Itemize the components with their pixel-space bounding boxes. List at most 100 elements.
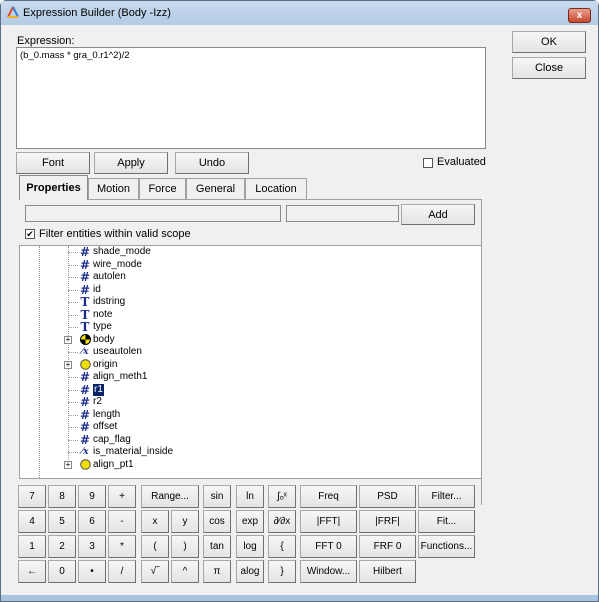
- keypad-button[interactable]: Filter...: [418, 485, 475, 508]
- tree-item-label: length: [93, 408, 121, 420]
- hash-icon: #: [79, 245, 91, 259]
- tree-item[interactable]: # wire_mode: [20, 259, 481, 271]
- tree-item[interactable]: # shade_mode: [20, 246, 481, 258]
- keypad-button[interactable]: log: [236, 535, 264, 558]
- keypad-button[interactable]: }: [268, 560, 296, 583]
- tree-item[interactable]: # autolen: [20, 271, 481, 283]
- tree-item-label: r1: [93, 383, 104, 396]
- keypad-button[interactable]: 6: [78, 510, 106, 533]
- entity-tree[interactable]: # shade_mode # wire_mode # autolen # id Tidstrin…: [19, 245, 482, 479]
- keypad-button[interactable]: ∂⁄∂x: [268, 510, 296, 533]
- keypad-button[interactable]: Fit...: [418, 510, 475, 533]
- hash-icon: #: [79, 382, 91, 397]
- tree-item[interactable]: ⁄x is_material_inside: [20, 446, 481, 458]
- tree-item[interactable]: Tnote: [20, 309, 481, 321]
- keypad-button[interactable]: Functions...: [418, 535, 475, 558]
- keypad-button[interactable]: x: [141, 510, 169, 533]
- expression-textarea[interactable]: (b_0.mass * gra_0.r1^2)/2: [16, 47, 486, 149]
- tree-item[interactable]: # offset: [20, 421, 481, 433]
- keypad-button[interactable]: 9: [78, 485, 106, 508]
- tab-force[interactable]: Force: [139, 178, 186, 199]
- keypad-button[interactable]: -: [108, 510, 136, 533]
- tree-item-label: align_meth1: [93, 371, 148, 382]
- keypad-button[interactable]: tan: [203, 535, 231, 558]
- entity-field[interactable]: [25, 205, 281, 222]
- tree-item[interactable]: # length: [20, 409, 481, 421]
- tree-item-label: origin: [93, 358, 118, 370]
- keypad-button[interactable]: ln: [236, 485, 264, 508]
- tree-item[interactable]: + align_pt1: [20, 459, 481, 471]
- keypad-button[interactable]: 1: [18, 535, 46, 558]
- expand-icon[interactable]: +: [64, 360, 72, 369]
- tree-item[interactable]: + origin: [20, 359, 481, 371]
- keypad-button[interactable]: y: [171, 510, 199, 533]
- tree-item-label: idstring: [93, 296, 126, 307]
- undo-button[interactable]: Undo: [175, 152, 249, 174]
- close-window-button[interactable]: x: [568, 8, 591, 23]
- tree-item[interactable]: Ttype: [20, 321, 481, 333]
- keypad-button[interactable]: 8: [48, 485, 76, 508]
- add-button[interactable]: Add: [401, 204, 475, 225]
- hash-icon: #: [79, 395, 91, 409]
- evaluated-checkbox[interactable]: [423, 158, 433, 168]
- close-button[interactable]: Close: [512, 57, 586, 79]
- boolean-icon: ⁄x: [81, 447, 89, 457]
- evaluated-label: Evaluated: [437, 156, 486, 168]
- tree-item[interactable]: # cap_flag: [20, 434, 481, 446]
- keypad-button[interactable]: sin: [203, 485, 231, 508]
- tree-connector: [68, 252, 78, 253]
- keypad-button[interactable]: alog: [236, 560, 264, 583]
- tree-connector: [68, 377, 78, 378]
- keypad-button[interactable]: 0: [48, 560, 76, 583]
- expand-icon[interactable]: +: [64, 460, 72, 469]
- keypad-button[interactable]: (: [141, 535, 169, 558]
- apply-button[interactable]: Apply: [94, 152, 168, 174]
- tree-item[interactable]: ⁄x useautolen: [20, 346, 481, 358]
- keypad-button[interactable]: •: [78, 560, 106, 583]
- keypad-button[interactable]: cos: [203, 510, 231, 533]
- keypad-button[interactable]: ∫ₒˣ: [268, 485, 296, 508]
- keypad-button[interactable]: ): [171, 535, 199, 558]
- value-field[interactable]: [286, 205, 399, 222]
- tree-item-label: align_pt1: [93, 458, 134, 470]
- keypad-button[interactable]: exp: [236, 510, 264, 533]
- keypad-button[interactable]: PSD: [359, 485, 416, 508]
- keypad-button[interactable]: Range...: [141, 485, 199, 508]
- keypad-button[interactable]: √‾: [141, 560, 169, 583]
- keypad-button[interactable]: FRF 0: [359, 535, 416, 558]
- tree-item[interactable]: # r1: [20, 382, 481, 397]
- keypad-button[interactable]: π: [203, 560, 231, 583]
- tab-motion[interactable]: Motion: [88, 178, 139, 199]
- keypad-button[interactable]: /: [108, 560, 136, 583]
- keypad-button[interactable]: +: [108, 485, 136, 508]
- tab-general[interactable]: General: [186, 178, 245, 199]
- keypad-button[interactable]: |FRF|: [359, 510, 416, 533]
- keypad-button[interactable]: Hilbert: [359, 560, 416, 583]
- keypad-button[interactable]: |FFT|: [300, 510, 357, 533]
- tab-location[interactable]: Location: [245, 178, 307, 199]
- keypad-button[interactable]: 3: [78, 535, 106, 558]
- tree-item[interactable]: Tidstring: [20, 296, 481, 308]
- keypad-button[interactable]: ←: [18, 560, 46, 583]
- keypad-button[interactable]: FFT 0: [300, 535, 357, 558]
- tree-item[interactable]: + body: [20, 333, 481, 346]
- keypad-button[interactable]: ^: [171, 560, 199, 583]
- font-button[interactable]: Font: [16, 152, 90, 174]
- keypad-button[interactable]: *: [108, 535, 136, 558]
- keypad-button[interactable]: 2: [48, 535, 76, 558]
- filter-checkbox[interactable]: ✔: [25, 229, 35, 239]
- tree-item[interactable]: # align_meth1: [20, 371, 481, 383]
- keypad-button[interactable]: 4: [18, 510, 46, 533]
- tree-item[interactable]: # id: [20, 284, 481, 296]
- ok-button[interactable]: OK: [512, 31, 586, 53]
- keypad-button[interactable]: Freq: [300, 485, 357, 508]
- expand-icon[interactable]: +: [64, 335, 72, 344]
- tree-item[interactable]: # r2: [20, 396, 481, 408]
- keypad-button[interactable]: 5: [48, 510, 76, 533]
- keypad-button[interactable]: {: [268, 535, 296, 558]
- keypad-button[interactable]: 7: [18, 485, 46, 508]
- keypad-button[interactable]: Window...: [300, 560, 357, 583]
- tab-properties[interactable]: Properties: [19, 175, 88, 200]
- hash-icon: #: [79, 370, 91, 384]
- point-icon: [79, 458, 91, 471]
